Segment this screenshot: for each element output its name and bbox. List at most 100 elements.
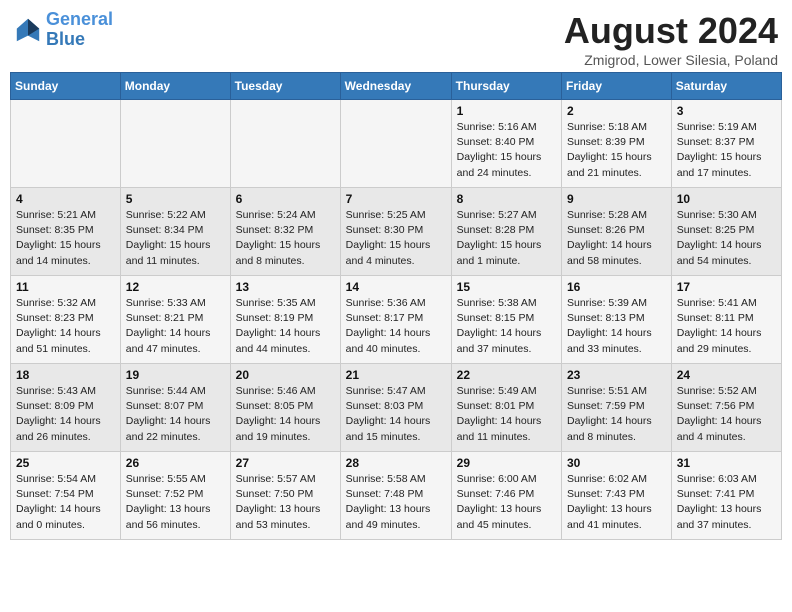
day-detail: Sunrise: 5:47 AM Sunset: 8:03 PM Dayligh…: [346, 384, 446, 445]
day-detail: Sunrise: 5:16 AM Sunset: 8:40 PM Dayligh…: [457, 120, 556, 181]
day-number: 20: [236, 368, 335, 382]
calendar-week-2: 4 Sunrise: 5:21 AM Sunset: 8:35 PM Daylig…: [11, 188, 782, 276]
calendar-cell: 8 Sunrise: 5:27 AM Sunset: 8:28 PM Daylig…: [451, 188, 561, 276]
calendar-cell: 11Sunrise: 5:32 AM Sunset: 8:23 PM Dayli…: [11, 276, 121, 364]
col-tuesday: Tuesday: [230, 73, 340, 100]
calendar-cell: 28Sunrise: 5:58 AM Sunset: 7:48 PM Dayli…: [340, 452, 451, 540]
day-detail: Sunrise: 5:22 AM Sunset: 8:34 PM Dayligh…: [126, 208, 225, 269]
calendar-cell: 4 Sunrise: 5:21 AM Sunset: 8:35 PM Daylig…: [11, 188, 121, 276]
day-detail: Sunrise: 5:43 AM Sunset: 8:09 PM Dayligh…: [16, 384, 115, 445]
day-detail: Sunrise: 5:27 AM Sunset: 8:28 PM Dayligh…: [457, 208, 556, 269]
day-detail: Sunrise: 5:57 AM Sunset: 7:50 PM Dayligh…: [236, 472, 335, 533]
day-detail: Sunrise: 5:55 AM Sunset: 7:52 PM Dayligh…: [126, 472, 225, 533]
day-detail: Sunrise: 6:03 AM Sunset: 7:41 PM Dayligh…: [677, 472, 776, 533]
calendar-cell: 7 Sunrise: 5:25 AM Sunset: 8:30 PM Daylig…: [340, 188, 451, 276]
calendar-cell: 1 Sunrise: 5:16 AM Sunset: 8:40 PM Daylig…: [451, 100, 561, 188]
day-detail: Sunrise: 5:49 AM Sunset: 8:01 PM Dayligh…: [457, 384, 556, 445]
calendar-cell: 29 Sunrise: 6:00 AM Sunset: 7:46 PM Dayli…: [451, 452, 561, 540]
day-number: 18: [16, 368, 115, 382]
day-detail: Sunrise: 5:41 AM Sunset: 8:11 PM Dayligh…: [677, 296, 776, 357]
calendar-cell: 15 Sunrise: 5:38 AM Sunset: 8:15 PM Dayli…: [451, 276, 561, 364]
calendar-cell: 24 Sunrise: 5:52 AM Sunset: 7:56 PM Dayli…: [671, 364, 781, 452]
title-block: August 2024 Zmigrod, Lower Silesia, Pola…: [564, 10, 778, 68]
day-number: 2: [567, 104, 666, 118]
day-detail: Sunrise: 5:33 AM Sunset: 8:21 PM Dayligh…: [126, 296, 225, 357]
day-detail: Sunrise: 6:02 AM Sunset: 7:43 PM Dayligh…: [567, 472, 666, 533]
col-wednesday: Wednesday: [340, 73, 451, 100]
calendar-week-3: 11Sunrise: 5:32 AM Sunset: 8:23 PM Dayli…: [11, 276, 782, 364]
logo-line1: General: [46, 9, 113, 29]
calendar-week-1: 1 Sunrise: 5:16 AM Sunset: 8:40 PM Daylig…: [11, 100, 782, 188]
logo: General Blue: [14, 10, 113, 50]
calendar-cell: 30 Sunrise: 6:02 AM Sunset: 7:43 PM Dayli…: [562, 452, 672, 540]
calendar-cell: 21 Sunrise: 5:47 AM Sunset: 8:03 PM Dayli…: [340, 364, 451, 452]
day-number: 10: [677, 192, 776, 206]
day-detail: Sunrise: 5:52 AM Sunset: 7:56 PM Dayligh…: [677, 384, 776, 445]
day-detail: Sunrise: 5:21 AM Sunset: 8:35 PM Dayligh…: [16, 208, 115, 269]
calendar-week-4: 18 Sunrise: 5:43 AM Sunset: 8:09 PM Dayli…: [11, 364, 782, 452]
day-detail: Sunrise: 6:00 AM Sunset: 7:46 PM Dayligh…: [457, 472, 556, 533]
col-monday: Monday: [120, 73, 230, 100]
day-number: 11: [16, 280, 115, 294]
calendar-cell: 12 Sunrise: 5:33 AM Sunset: 8:21 PM Dayli…: [120, 276, 230, 364]
calendar-cell: 18 Sunrise: 5:43 AM Sunset: 8:09 PM Dayli…: [11, 364, 121, 452]
col-saturday: Saturday: [671, 73, 781, 100]
day-number: 14: [346, 280, 446, 294]
day-number: 27: [236, 456, 335, 470]
day-number: 1: [457, 104, 556, 118]
calendar-cell: 31 Sunrise: 6:03 AM Sunset: 7:41 PM Dayli…: [671, 452, 781, 540]
calendar-cell: 27 Sunrise: 5:57 AM Sunset: 7:50 PM Dayli…: [230, 452, 340, 540]
day-number: 6: [236, 192, 335, 206]
day-detail: Sunrise: 5:46 AM Sunset: 8:05 PM Dayligh…: [236, 384, 335, 445]
calendar-cell: 25Sunrise: 5:54 AM Sunset: 7:54 PM Dayli…: [11, 452, 121, 540]
day-number: 28: [346, 456, 446, 470]
day-detail: Sunrise: 5:28 AM Sunset: 8:26 PM Dayligh…: [567, 208, 666, 269]
day-detail: Sunrise: 5:18 AM Sunset: 8:39 PM Dayligh…: [567, 120, 666, 181]
day-detail: Sunrise: 5:25 AM Sunset: 8:30 PM Dayligh…: [346, 208, 446, 269]
day-number: 8: [457, 192, 556, 206]
calendar-cell: 19Sunrise: 5:44 AM Sunset: 8:07 PM Dayli…: [120, 364, 230, 452]
calendar-cell: 5 Sunrise: 5:22 AM Sunset: 8:34 PM Daylig…: [120, 188, 230, 276]
day-number: 5: [126, 192, 225, 206]
page-header: General Blue August 2024 Zmigrod, Lower …: [10, 10, 782, 68]
day-number: 9: [567, 192, 666, 206]
calendar-cell: 10Sunrise: 5:30 AM Sunset: 8:25 PM Dayli…: [671, 188, 781, 276]
day-detail: Sunrise: 5:54 AM Sunset: 7:54 PM Dayligh…: [16, 472, 115, 533]
day-number: 30: [567, 456, 666, 470]
day-number: 29: [457, 456, 556, 470]
header-row: Sunday Monday Tuesday Wednesday Thursday…: [11, 73, 782, 100]
day-number: 22: [457, 368, 556, 382]
calendar-body: 1 Sunrise: 5:16 AM Sunset: 8:40 PM Daylig…: [11, 100, 782, 540]
calendar-cell: 20 Sunrise: 5:46 AM Sunset: 8:05 PM Dayli…: [230, 364, 340, 452]
calendar-cell: [230, 100, 340, 188]
location-subtitle: Zmigrod, Lower Silesia, Poland: [564, 52, 778, 68]
calendar-cell: 3 Sunrise: 5:19 AM Sunset: 8:37 PM Daylig…: [671, 100, 781, 188]
day-detail: Sunrise: 5:51 AM Sunset: 7:59 PM Dayligh…: [567, 384, 666, 445]
month-title: August 2024: [564, 10, 778, 52]
day-number: 31: [677, 456, 776, 470]
day-number: 17: [677, 280, 776, 294]
day-detail: Sunrise: 5:38 AM Sunset: 8:15 PM Dayligh…: [457, 296, 556, 357]
day-number: 19: [126, 368, 225, 382]
logo-line2: Blue: [46, 29, 85, 49]
calendar-cell: 17 Sunrise: 5:41 AM Sunset: 8:11 PM Dayli…: [671, 276, 781, 364]
logo-text: General Blue: [46, 10, 113, 50]
day-number: 15: [457, 280, 556, 294]
day-number: 4: [16, 192, 115, 206]
day-number: 21: [346, 368, 446, 382]
calendar-cell: [120, 100, 230, 188]
calendar-week-5: 25Sunrise: 5:54 AM Sunset: 7:54 PM Dayli…: [11, 452, 782, 540]
day-detail: Sunrise: 5:24 AM Sunset: 8:32 PM Dayligh…: [236, 208, 335, 269]
day-number: 26: [126, 456, 225, 470]
calendar-cell: 16Sunrise: 5:39 AM Sunset: 8:13 PM Dayli…: [562, 276, 672, 364]
col-thursday: Thursday: [451, 73, 561, 100]
day-number: 3: [677, 104, 776, 118]
day-number: 12: [126, 280, 225, 294]
calendar-cell: 13Sunrise: 5:35 AM Sunset: 8:19 PM Dayli…: [230, 276, 340, 364]
day-number: 24: [677, 368, 776, 382]
day-number: 7: [346, 192, 446, 206]
calendar-header: Sunday Monday Tuesday Wednesday Thursday…: [11, 73, 782, 100]
day-detail: Sunrise: 5:35 AM Sunset: 8:19 PM Dayligh…: [236, 296, 335, 357]
day-detail: Sunrise: 5:19 AM Sunset: 8:37 PM Dayligh…: [677, 120, 776, 181]
logo-icon: [14, 16, 42, 44]
